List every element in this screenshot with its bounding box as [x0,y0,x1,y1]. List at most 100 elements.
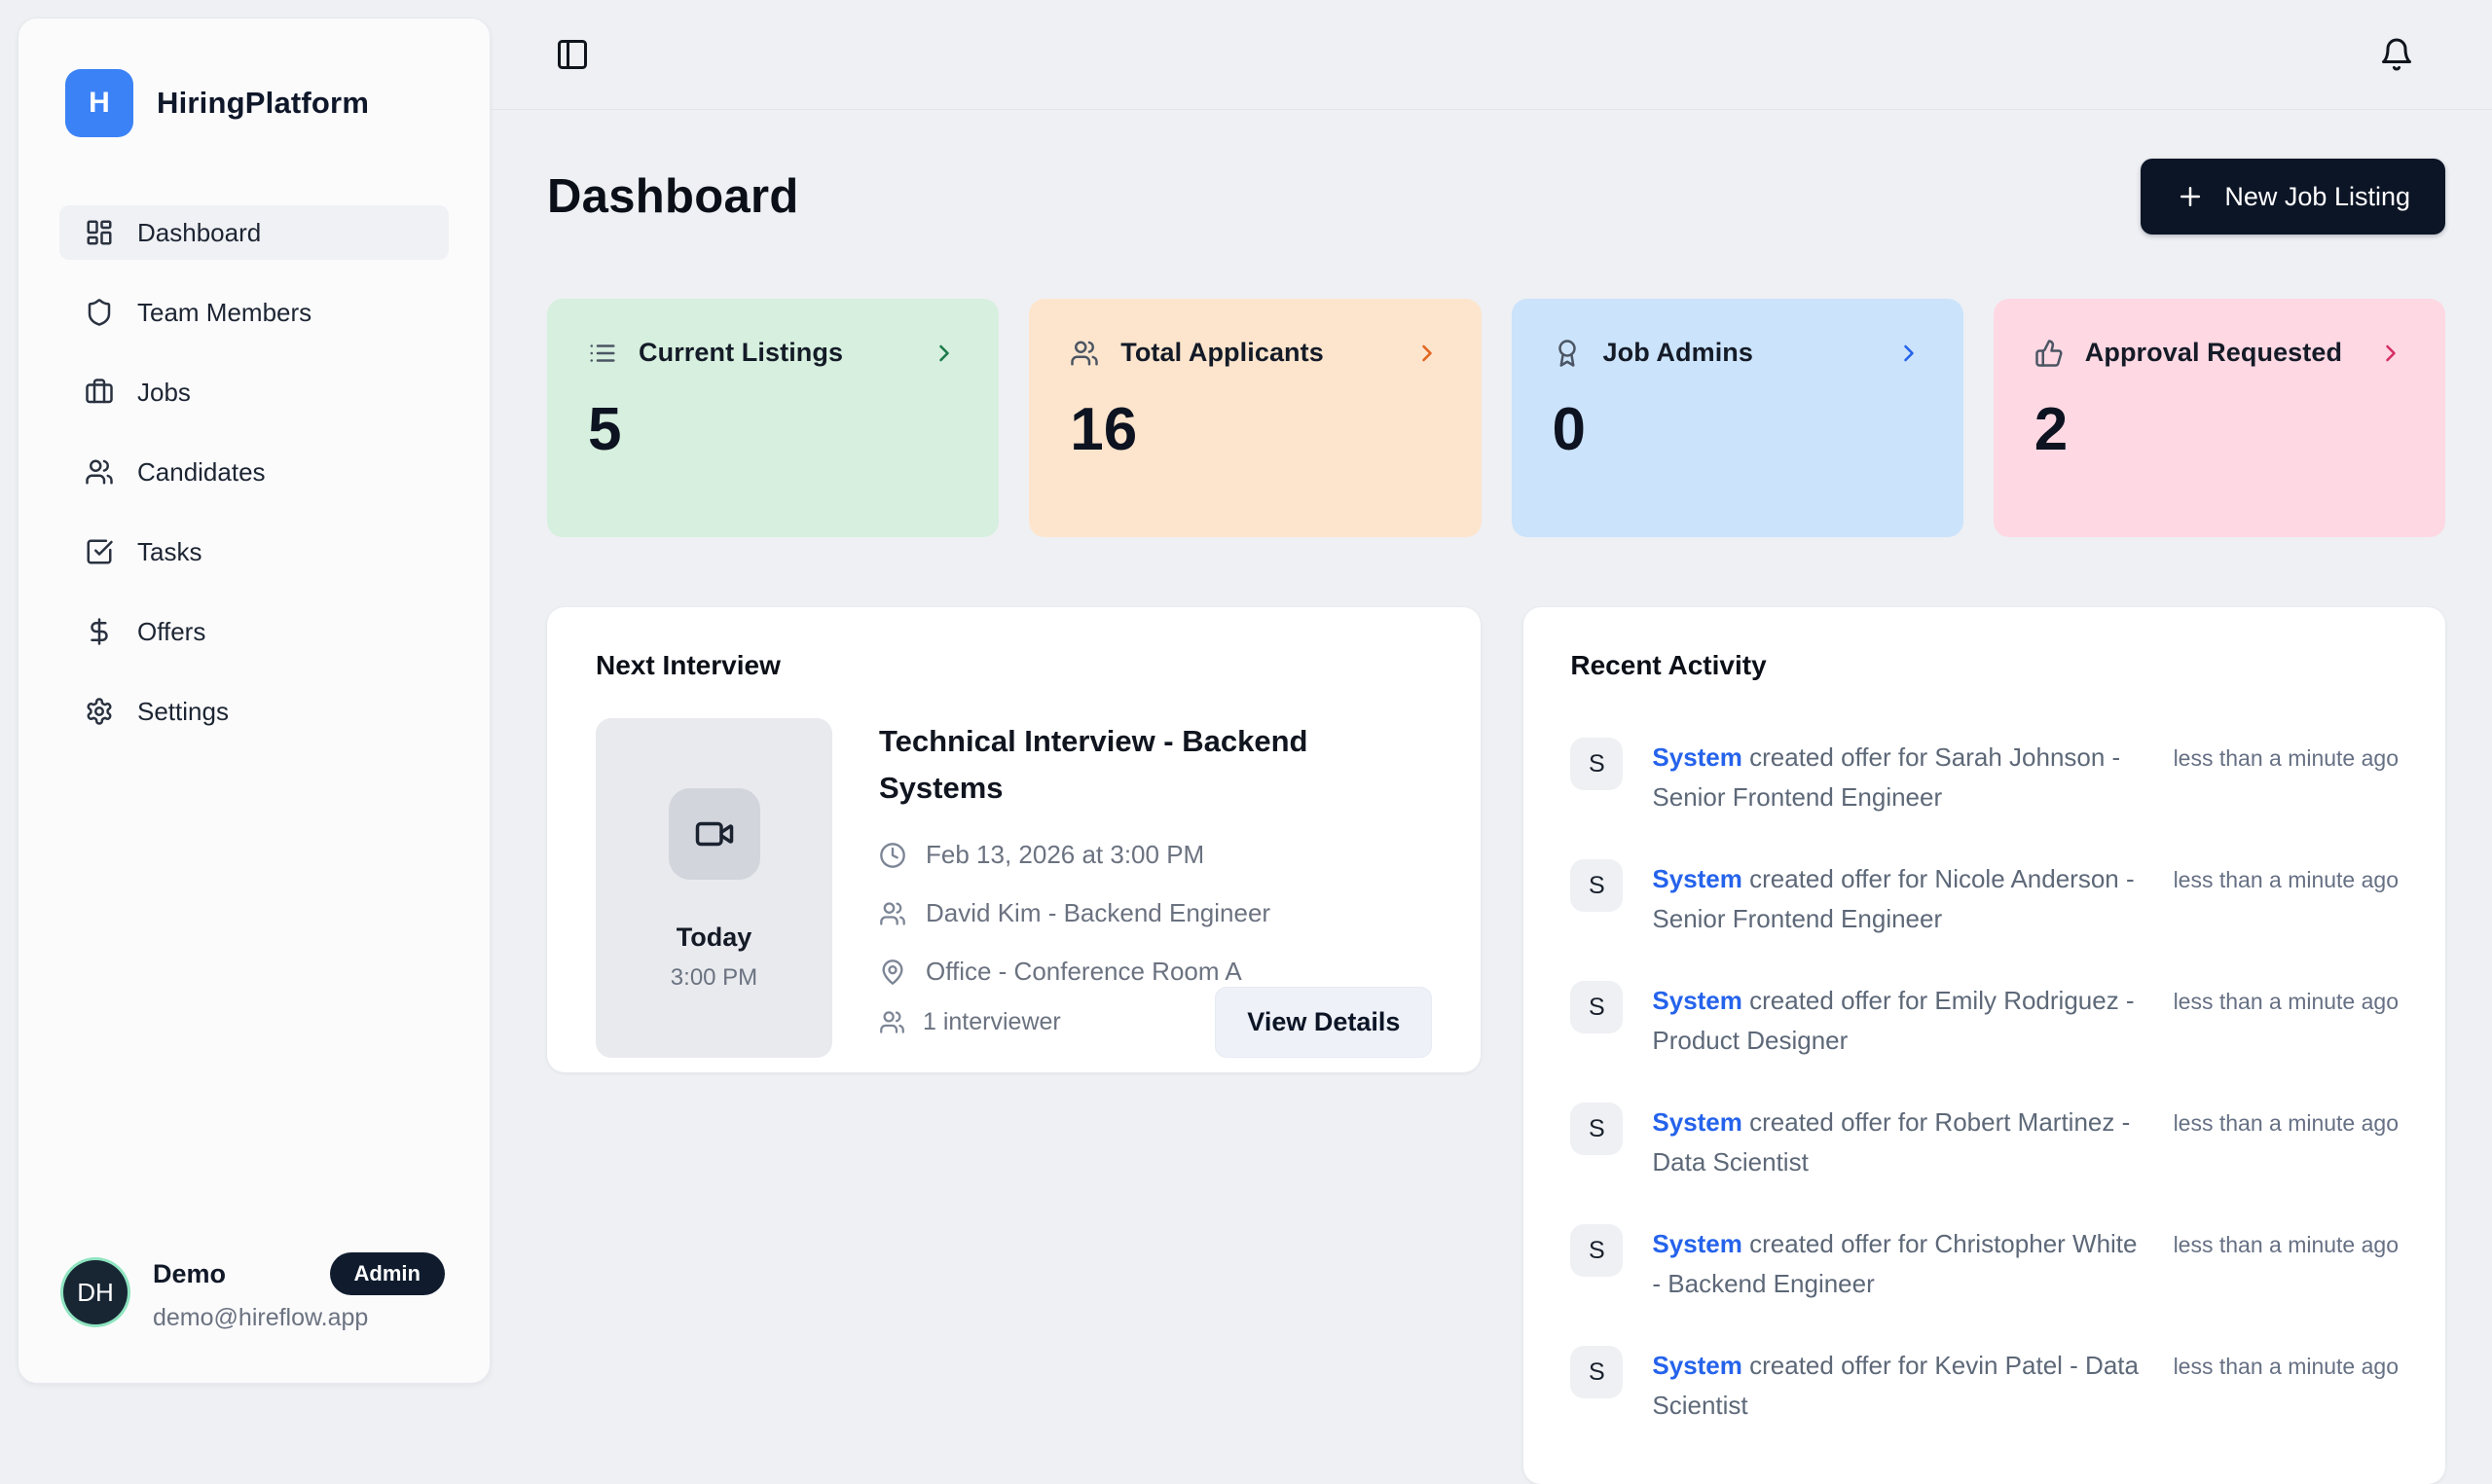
sidebar-item-dashboard[interactable]: Dashboard [59,205,449,260]
activity-item[interactable]: S System created offer for Sarah Johnson… [1570,738,2399,816]
activity-avatar: S [1570,1224,1623,1277]
chevron-right-icon [1413,340,1441,367]
user-email: demo@hireflow.app [153,1304,445,1332]
new-job-listing-button[interactable]: New Job Listing [2141,159,2445,235]
stat-card-current-listings[interactable]: Current Listings 5 [547,299,999,537]
sidebar-item-tasks[interactable]: Tasks [59,525,449,579]
avatar: DH [63,1260,128,1324]
topbar [491,0,2492,110]
activity-item[interactable]: S System created offer for Christopher W… [1570,1224,2399,1303]
chevron-right-icon [2377,340,2404,367]
interview-datetime: Feb 13, 2026 at 3:00 PM [926,840,1204,870]
activity-text: System created offer for Kevin Patel - D… [1652,1346,2144,1425]
sidebar-item-team-members[interactable]: Team Members [59,285,449,340]
stat-label: Job Admins [1603,338,1754,368]
interview-datetime-row: Feb 13, 2026 at 3:00 PM [879,840,1432,870]
clock-icon [879,842,906,869]
activity-actor: System [1652,986,1742,1015]
activity-item[interactable]: S System created offer for Kevin Patel -… [1570,1346,2399,1425]
brand-logo: H [65,69,133,137]
interview-location-row: Office - Conference Room A [879,957,1432,987]
stat-label: Total Applicants [1120,338,1324,368]
activity-timestamp: less than a minute ago [2174,1224,2399,1303]
stat-card-total-applicants[interactable]: Total Applicants 16 [1029,299,1481,537]
brand: H HiringPlatform [59,69,449,137]
activity-avatar: S [1570,1346,1623,1398]
activity-timestamp: less than a minute ago [2174,859,2399,938]
chevron-right-icon [1895,340,1923,367]
page-header: Dashboard New Job Listing [547,159,2445,235]
stat-value: 5 [588,395,958,464]
stat-value: 0 [1553,395,1923,464]
plus-icon [2176,182,2205,211]
bell-icon [2379,37,2414,72]
stat-card-approval-requested[interactable]: Approval Requested 2 [1994,299,2445,537]
square-check-icon [85,537,114,566]
sidebar-item-jobs[interactable]: Jobs [59,365,449,419]
interview-person: David Kim - Backend Engineer [926,898,1270,928]
stat-card-job-admins[interactable]: Job Admins 0 [1512,299,1963,537]
dollar-icon [85,617,114,646]
activity-timestamp: less than a minute ago [2174,981,2399,1060]
activity-text: System created offer for Christopher Whi… [1652,1224,2144,1303]
bottom-section: Next Interview Today 3:00 PM Technical I… [547,607,2445,1484]
sidebar-item-label: Candidates [137,457,266,488]
activity-text: System created offer for Nicole Anderson… [1652,859,2144,938]
interviewer-count-row: 1 interviewer [879,1008,1061,1036]
map-pin-icon [879,959,906,986]
activity-list: S System created offer for Sarah Johnson… [1570,738,2399,1426]
panel-left-icon [555,37,590,72]
activity-timestamp: less than a minute ago [2174,1103,2399,1181]
user-name: Demo [153,1259,226,1289]
recent-activity-card: Recent Activity S System created offer f… [1523,607,2445,1484]
activity-item[interactable]: S System created offer for Robert Martin… [1570,1103,2399,1181]
interviewer-count: 1 interviewer [923,1008,1061,1036]
next-interview-title: Next Interview [596,650,1432,681]
interview-date-tile: Today 3:00 PM [596,718,832,1058]
users-icon [1070,339,1099,368]
layout-dashboard-icon [85,218,114,247]
activity-avatar: S [1570,1103,1623,1155]
stat-label: Approval Requested [2085,338,2342,368]
recent-activity-title: Recent Activity [1570,650,2399,681]
activity-avatar: S [1570,738,1623,790]
activity-avatar: S [1570,859,1623,912]
interview-person-row: David Kim - Backend Engineer [879,898,1432,928]
activity-actor: System [1652,1229,1742,1258]
activity-actor: System [1652,1107,1742,1137]
view-details-button[interactable]: View Details [1215,987,1432,1058]
activity-timestamp: less than a minute ago [2174,1346,2399,1425]
activity-actor: System [1652,1351,1742,1380]
brand-name: HiringPlatform [157,86,369,121]
briefcase-icon [85,378,114,407]
thumbs-up-icon [2034,339,2064,368]
activity-item[interactable]: S System created offer for Nicole Anders… [1570,859,2399,938]
sidebar-item-settings[interactable]: Settings [59,684,449,739]
interview-day: Today [677,923,752,953]
activity-timestamp: less than a minute ago [2174,738,2399,816]
sidebar-item-label: Tasks [137,537,202,567]
stat-value: 16 [1070,395,1440,464]
activity-item[interactable]: S System created offer for Emily Rodrigu… [1570,981,2399,1060]
stat-value: 2 [2034,395,2404,464]
users-icon [879,900,906,927]
award-icon [1553,339,1582,368]
list-icon [588,339,617,368]
sidebar-item-label: Dashboard [137,218,261,248]
sidebar-toggle-button[interactable] [549,31,596,78]
sidebar-item-offers[interactable]: Offers [59,604,449,659]
notifications-button[interactable] [2373,31,2420,78]
shield-icon [85,298,114,327]
activity-actor: System [1652,864,1742,893]
interview-title: Technical Interview - Backend Systems [879,718,1346,812]
users-icon [85,457,114,487]
role-badge: Admin [330,1252,445,1295]
sidebar-item-label: Jobs [137,378,191,408]
sidebar-item-label: Offers [137,617,205,647]
stats-row: Current Listings 5 Total Applicants 16 J… [547,299,2445,537]
video-icon [669,788,760,880]
interview-location: Office - Conference Room A [926,957,1242,987]
new-job-listing-label: New Job Listing [2224,182,2410,212]
sidebar-item-candidates[interactable]: Candidates [59,445,449,499]
user-panel[interactable]: DH Demo Admin demo@hireflow.app [59,1252,449,1332]
